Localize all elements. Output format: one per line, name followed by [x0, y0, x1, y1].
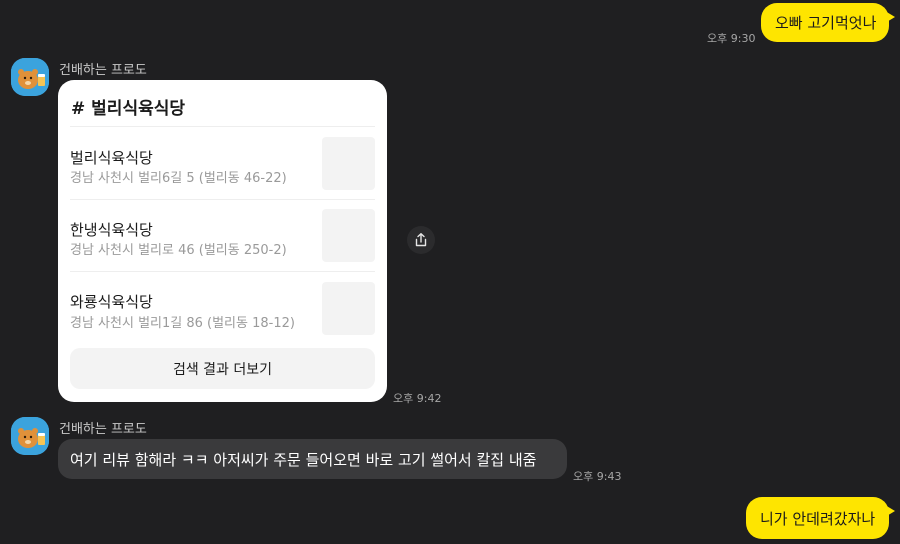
result-address: 경남 사천시 벌리1길 86 (벌리동 18-12)	[70, 316, 295, 331]
result-row[interactable]: 한냉식육식당 경남 사천시 벌리로 46 (벌리동 250-2)	[70, 199, 375, 271]
my-message-bubble[interactable]: 니가 안데려갔자나	[746, 497, 895, 539]
my-message-bubble[interactable]: 오빠 고기먹엇나	[761, 3, 895, 42]
message-time: 오후 9:30	[707, 32, 756, 45]
sender-name: 건배하는 프로도	[59, 63, 147, 78]
result-thumbnail	[322, 209, 375, 262]
message-text: 여기 리뷰 함해라 ㅋㅋ 아저씨가 주문 들어오면 바로 고기 썰어서 칼집 내…	[70, 450, 537, 469]
more-results-button[interactable]: 검색 결과 더보기	[70, 348, 375, 389]
card-title: # 벌리식육식당	[71, 99, 186, 119]
message-text: 니가 안데려갔자나	[760, 509, 876, 528]
result-row[interactable]: 와룡식육식당 경남 사천시 벌리1길 86 (벌리동 18-12)	[70, 271, 375, 344]
share-icon[interactable]	[407, 226, 435, 254]
result-name: 와룡식육식당	[70, 293, 153, 311]
result-name: 한냉식육식당	[70, 221, 153, 239]
result-thumbnail	[322, 282, 375, 335]
result-address: 경남 사천시 벌리6길 5 (벌리동 46-22)	[70, 171, 287, 186]
search-result-card: # 벌리식육식당 벌리식육식당 경남 사천시 벌리6길 5 (벌리동 46-22…	[58, 80, 387, 402]
message-time: 오후 9:42	[393, 392, 442, 405]
sender-name: 건배하는 프로도	[59, 422, 147, 437]
ryan-beer-avatar-icon[interactable]	[11, 417, 49, 455]
message-text: 오빠 고기먹엇나	[775, 14, 877, 32]
other-message-bubble[interactable]: 여기 리뷰 함해라 ㅋㅋ 아저씨가 주문 들어오면 바로 고기 썰어서 칼집 내…	[58, 439, 567, 479]
result-address: 경남 사천시 벌리로 46 (벌리동 250-2)	[70, 243, 287, 258]
result-thumbnail	[322, 137, 375, 190]
message-time: 오후 9:43	[573, 470, 622, 483]
result-row[interactable]: 벌리식육식당 경남 사천시 벌리6길 5 (벌리동 46-22)	[70, 126, 375, 199]
ryan-beer-avatar-icon[interactable]	[11, 58, 49, 96]
result-name: 벌리식육식당	[70, 149, 153, 167]
